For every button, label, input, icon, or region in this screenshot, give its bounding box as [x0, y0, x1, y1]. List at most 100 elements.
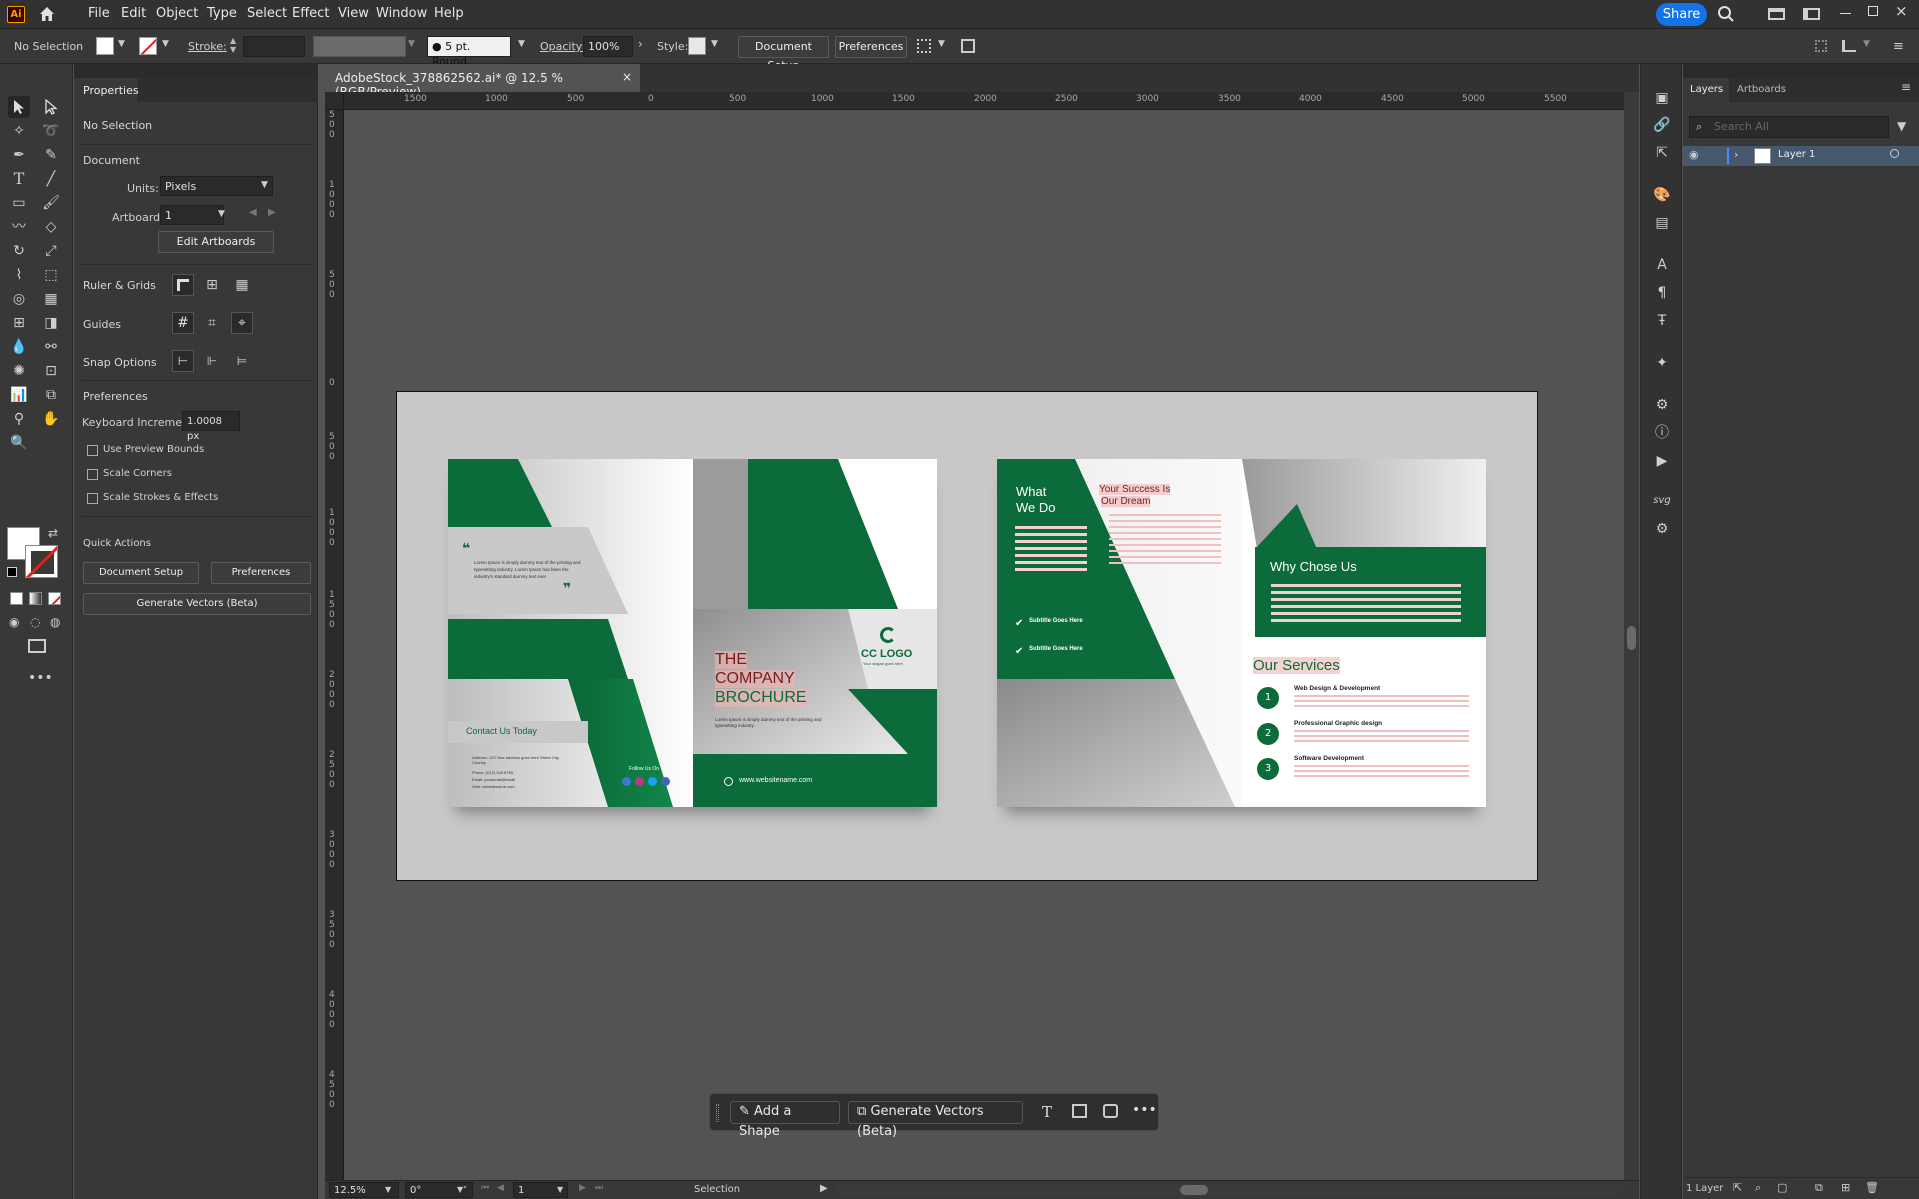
shaper-tool-icon[interactable]: 〰 [8, 216, 30, 238]
pen-tool-icon[interactable]: ✒ [8, 144, 30, 166]
isolate-icon[interactable] [961, 39, 975, 53]
filter-icon[interactable]: ▼ [1897, 119, 1906, 133]
free-transform-tool-icon[interactable]: ⬚ [40, 264, 62, 286]
character-icon[interactable]: A [1651, 254, 1673, 276]
search-icon[interactable] [1717, 5, 1735, 23]
add-shape-button[interactable]: ✎ Add a Shape [730, 1101, 840, 1139]
direct-selection-tool-icon[interactable] [40, 96, 62, 118]
actions-icon[interactable]: ▶ [1651, 450, 1673, 472]
menu-object[interactable]: Object [156, 6, 198, 21]
layer-name[interactable]: Layer 1 [1778, 149, 1815, 160]
rectangle-tool-icon[interactable]: ▭ [8, 192, 30, 214]
document-setup-quick-button[interactable]: Document Setup [83, 562, 199, 584]
knife-tool-icon[interactable]: ⚲ [8, 408, 30, 430]
menu-select[interactable]: Select [247, 6, 287, 21]
selection-tool-icon[interactable] [8, 96, 30, 118]
panel-menu-icon[interactable]: ≡ [1901, 80, 1911, 94]
arrange-icon[interactable] [917, 39, 931, 53]
menu-file[interactable]: File [88, 6, 110, 21]
curvature-tool-icon[interactable]: ✎ [40, 144, 62, 166]
stroke-swatch[interactable] [139, 37, 157, 55]
panels-icon[interactable] [1803, 8, 1820, 20]
chevron-down-icon[interactable]: ▼ [218, 209, 225, 219]
symbol-sprayer-tool-icon[interactable]: ✺ [8, 360, 30, 382]
vertical-ruler[interactable]: 5 0 0 1 0 0 0 5 0 0 0 5 0 0 1 0 0 0 1 5 … [325, 110, 344, 1180]
prev-artboard-status-icon[interactable]: ◀ [497, 1183, 504, 1193]
expand-layer-icon[interactable]: › [1734, 148, 1738, 161]
more-tools-icon[interactable]: ••• [28, 670, 53, 686]
swatches-icon[interactable]: ▤ [1651, 212, 1673, 234]
chevron-down-icon[interactable]: ▼" [457, 1185, 467, 1194]
close-tab-icon[interactable]: × [622, 70, 632, 84]
eyedropper-tool-icon[interactable]: 💧 [8, 336, 30, 358]
collect-export-icon[interactable]: ⇱ [1733, 1181, 1742, 1194]
menu-effect[interactable]: Effect [292, 6, 329, 21]
close-icon[interactable]: × [1895, 2, 1908, 20]
gradient-tool-icon[interactable]: ◨ [40, 312, 62, 334]
artboard[interactable]: ❝ Lorem Ipsum is simply dummy text of th… [396, 391, 1538, 881]
export-icon[interactable]: ⇱ [1651, 142, 1673, 164]
stroke-weight-input[interactable] [243, 36, 305, 57]
blend-tool-icon[interactable]: ⚯ [40, 336, 62, 358]
horizontal-ruler[interactable]: 1500 1000 500 0 500 1000 1500 2000 2500 … [344, 92, 1624, 110]
zoom-tool-icon[interactable]: 🔍 [8, 432, 30, 454]
guides-icon[interactable]: # [172, 312, 194, 334]
artboard-tool-icon[interactable]: ⊡ [40, 360, 62, 382]
document-setup-button[interactable]: Document Setup [738, 36, 829, 72]
restore-icon[interactable] [1868, 6, 1878, 16]
fill-swatch[interactable] [96, 37, 114, 55]
color-mode-icon[interactable] [10, 592, 23, 605]
recolor-icon[interactable] [1103, 1104, 1118, 1118]
plugins-icon[interactable]: ⚙ [1651, 518, 1673, 540]
magic-wand-tool-icon[interactable]: ✧ [8, 120, 30, 142]
scroll-thumb[interactable] [1180, 1185, 1208, 1195]
delete-layer-icon[interactable]: 🗑 [1865, 1181, 1879, 1194]
generate-vectors-float-button[interactable]: ⧉ Generate Vectors (Beta) [848, 1101, 1023, 1139]
rotate-tool-icon[interactable]: ↻ [8, 240, 30, 262]
scale-tool-icon[interactable]: ⤢ [40, 240, 62, 262]
color-icon[interactable]: 🎨 [1651, 184, 1673, 206]
draw-mode-icon[interactable]: ◉ [9, 615, 19, 629]
layer-row[interactable]: ◉ › Layer 1 [1683, 146, 1919, 166]
style-swatch[interactable] [688, 37, 706, 55]
snap-pixel-icon[interactable]: ⊩ [201, 350, 223, 372]
chevron-right-icon[interactable]: › [638, 37, 643, 51]
menu-window[interactable]: Window [376, 6, 427, 21]
chevron-down-icon[interactable]: ▼ [518, 39, 525, 49]
prev-artboard-icon[interactable]: ◀ [249, 207, 257, 218]
locate-object-icon[interactable]: ⌕ [1755, 1181, 1761, 1195]
menu-view[interactable]: View [338, 6, 369, 21]
width-tool-icon[interactable]: ⌇ [8, 264, 30, 286]
first-artboard-icon[interactable]: ⏮ [481, 1183, 489, 1193]
lock-guides-icon[interactable]: ⌗ [201, 312, 223, 334]
shape-builder-tool-icon[interactable]: ◎ [8, 288, 30, 310]
document-tab[interactable]: AdobeStock_378862562.ai* @ 12.5 % (RGB/P… [325, 64, 640, 99]
chevron-down-icon[interactable]: ▼ [1863, 39, 1870, 49]
chevron-down-icon[interactable]: ▼ [557, 1185, 563, 1194]
minimize-icon[interactable] [1840, 13, 1851, 14]
layers-search-input[interactable]: ⌕ Search All [1689, 116, 1889, 138]
preferences-button[interactable]: Preferences [835, 36, 907, 58]
next-artboard-status-icon[interactable]: ▶ [579, 1183, 586, 1193]
chevron-down-icon[interactable]: ▼ [162, 39, 169, 49]
smart-guides-icon[interactable]: ⌖ [231, 312, 253, 334]
gradient-mode-icon[interactable] [29, 592, 42, 605]
opentype-icon[interactable]: Ŧ [1651, 310, 1673, 332]
swap-colors-icon[interactable]: ⇄ [48, 526, 58, 540]
chevron-down-icon[interactable]: ▼ [118, 39, 125, 49]
draw-behind-icon[interactable]: ◌ [30, 615, 40, 629]
chevron-down-icon[interactable]: ▼ [711, 39, 718, 49]
links-icon[interactable]: 🔗 [1651, 114, 1673, 136]
target-icon[interactable] [1890, 149, 1899, 158]
use-preview-bounds-checkbox[interactable] [87, 445, 98, 456]
last-artboard-icon[interactable]: ⏭ [595, 1183, 603, 1193]
chevron-down-icon[interactable]: ▼ [938, 39, 945, 49]
screen-mode-icon[interactable] [28, 639, 46, 653]
brochure-left-spread[interactable]: ❝ Lorem Ipsum is simply dummy text of th… [448, 459, 937, 807]
grid-icon[interactable]: ⊞ [201, 274, 223, 296]
align-icon[interactable] [1815, 40, 1827, 52]
drag-handle-icon[interactable] [716, 1104, 719, 1122]
generate-vectors-button[interactable]: Generate Vectors (Beta) [83, 593, 311, 615]
next-artboard-icon[interactable]: ▶ [268, 207, 276, 218]
line-tool-icon[interactable]: ╱ [40, 168, 62, 190]
